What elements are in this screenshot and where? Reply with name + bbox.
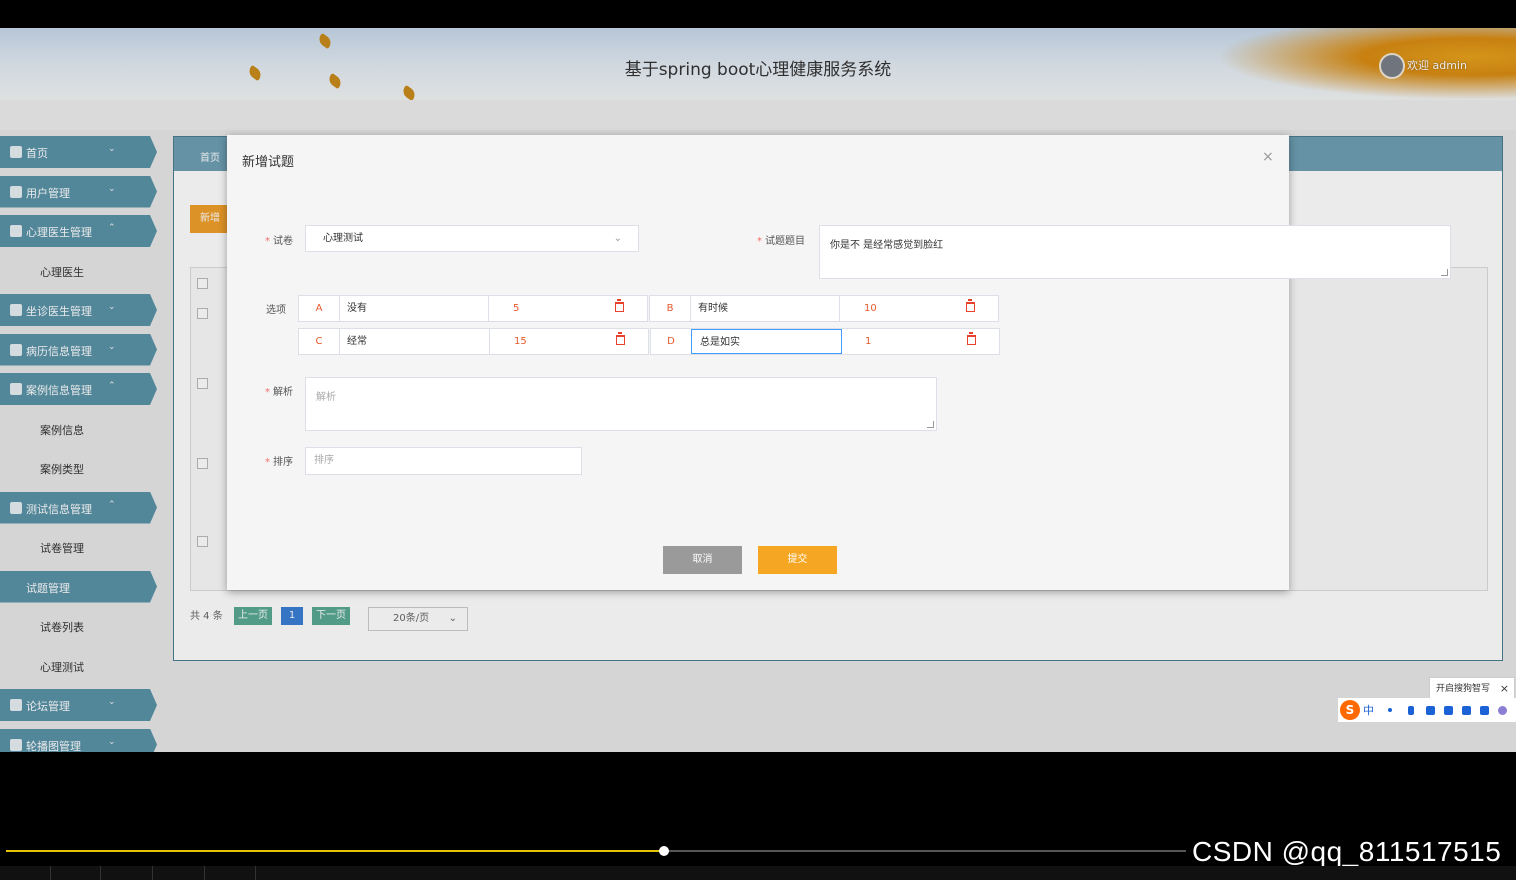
option-row-b: B 有时候 10 — [649, 295, 999, 322]
ime-mode[interactable]: 中 — [1363, 702, 1374, 718]
question-text: 你是不 是经常感觉到脸红 — [830, 240, 944, 251]
settings-icon[interactable] — [1498, 706, 1507, 715]
sogou-logo-icon[interactable]: S — [1340, 700, 1360, 720]
trash-icon[interactable] — [616, 332, 625, 345]
option-letter: C — [299, 329, 340, 354]
analysis-placeholder: 解析 — [316, 392, 336, 403]
question-label: * 试题题目 — [757, 236, 805, 247]
close-icon[interactable]: × — [1262, 149, 1274, 165]
option-text-input[interactable]: 有时候 — [690, 296, 840, 321]
option-text-input[interactable]: 总是如实 — [691, 329, 842, 354]
close-icon[interactable]: × — [1500, 678, 1509, 700]
analysis-textarea[interactable]: 解析 — [305, 377, 937, 431]
cancel-button[interactable]: 取消 — [663, 546, 742, 574]
option-score-input[interactable]: 10 — [856, 300, 936, 317]
punctuation-icon[interactable] — [1388, 708, 1392, 712]
skin-icon[interactable] — [1444, 706, 1453, 715]
resize-handle[interactable] — [1441, 269, 1448, 276]
trash-icon[interactable] — [967, 332, 976, 345]
keyboard-icon[interactable] — [1426, 706, 1435, 715]
paper-select[interactable]: 心理测试 ⌄ — [305, 225, 639, 252]
option-row-a: A 没有 5 — [298, 295, 648, 322]
mic-icon[interactable] — [1408, 706, 1414, 715]
chevron-down-icon: ⌄ — [613, 233, 622, 244]
ime-toolbar: S 中 — [1338, 698, 1516, 722]
resize-handle[interactable] — [927, 421, 934, 428]
analysis-label: * 解析 — [265, 387, 293, 398]
video-progress-fill — [6, 850, 664, 852]
option-text-input[interactable]: 经常 — [339, 329, 490, 354]
option-text-input[interactable]: 没有 — [339, 296, 489, 321]
trash-icon[interactable] — [615, 299, 624, 312]
video-progress-knob[interactable] — [659, 846, 669, 856]
sort-label: * 排序 — [265, 457, 293, 468]
game-icon[interactable] — [1462, 706, 1471, 715]
dialog-title: 新增试题 — [242, 155, 295, 170]
option-row-d: D 总是如实 1 — [650, 328, 1000, 355]
option-row-c: C 经常 15 — [298, 328, 649, 355]
app-screen: 基于spring boot心理健康服务系统 欢迎 admin 首页 ⌄ 用户管理 ⌄ 心… — [0, 28, 1516, 752]
sort-input[interactable]: 排序 — [305, 447, 582, 475]
video-bottom-strip — [0, 866, 1516, 880]
option-score-input[interactable]: 1 — [857, 333, 937, 350]
add-question-dialog: 新增试题 × * 试卷 心理测试 ⌄ * 试题题目 你是不 是经常感觉到脸红 选项 … — [227, 135, 1451, 590]
submit-button[interactable]: 提交 — [758, 546, 837, 574]
option-score-input[interactable]: 5 — [505, 300, 585, 317]
paper-select-value: 心理测试 — [323, 233, 363, 244]
paper-label: * 试卷 — [265, 236, 293, 247]
option-score-input[interactable]: 15 — [506, 333, 586, 350]
apps-icon[interactable] — [1480, 706, 1489, 715]
option-letter: A — [299, 296, 340, 321]
csdn-watermark: CSDN @qq_811517515 — [1192, 836, 1502, 867]
trash-icon[interactable] — [966, 299, 975, 312]
option-letter: B — [650, 296, 691, 321]
option-letter: D — [651, 329, 692, 354]
question-textarea[interactable]: 你是不 是经常感觉到脸红 — [819, 225, 1451, 279]
options-label: 选项 — [266, 305, 286, 316]
